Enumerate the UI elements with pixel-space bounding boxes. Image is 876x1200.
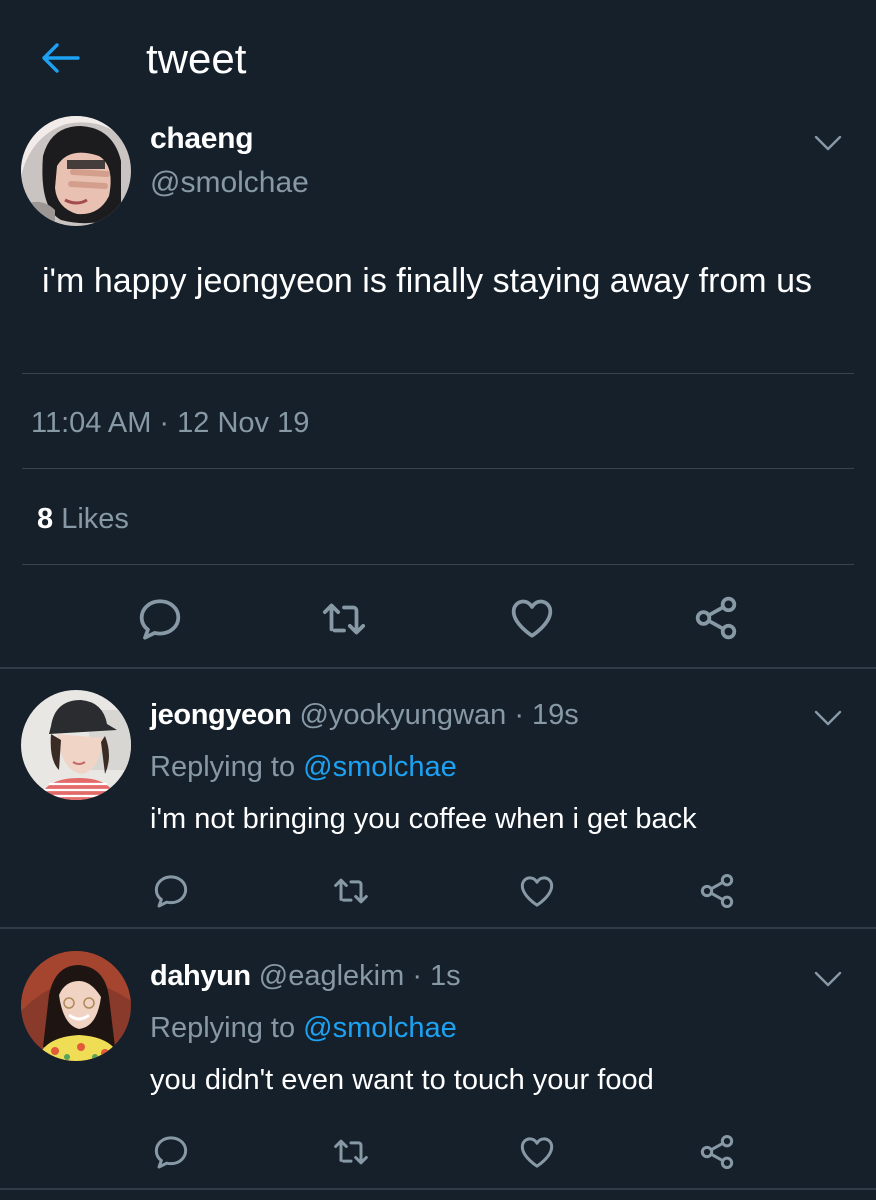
likes-count[interactable]: 8 Likes [37,501,129,537]
reply-button[interactable] [135,594,185,644]
replying-to-label: Replying to [150,751,296,783]
avatar-chaeng[interactable] [21,116,131,226]
reply-button[interactable] [151,871,191,911]
divider [22,564,854,565]
like-button[interactable] [517,1132,557,1172]
replying-to-mention[interactable]: @smolchae [303,1012,457,1044]
back-button[interactable] [38,38,82,78]
section-divider [0,667,876,669]
likes-number: 8 [37,503,54,535]
reply-text: you didn't even want to touch your food [150,1064,654,1096]
avatar-jeongyeon[interactable] [21,690,131,800]
avatar-dahyun[interactable] [21,951,131,1061]
share-button[interactable] [697,1132,737,1172]
chevron-down-icon [813,969,843,989]
share-icon [691,593,741,643]
reply-header: jeongyeon @yookyungwan · 19s [150,697,579,733]
reply-author-handle[interactable]: @yookyungwan [299,699,506,731]
likes-label: Likes [61,503,129,535]
divider [22,468,854,469]
retweet-icon [330,1132,372,1172]
retweet-button[interactable] [330,1132,372,1172]
tweet-author-name[interactable]: chaeng [150,121,254,157]
like-icon [517,1132,557,1172]
chevron-down-icon [813,133,843,153]
share-icon [697,871,737,911]
reply-icon [151,871,191,911]
reply-options-button[interactable] [813,969,843,989]
replying-to: Replying to @smolchae [150,749,457,785]
reply-icon [135,594,185,644]
replying-to-mention[interactable]: @smolchae [303,751,457,783]
reply-options-button[interactable] [813,708,843,728]
tweet-timestamp[interactable]: 11:04 AM · 12 Nov 19 [31,405,309,441]
page-title: tweet [146,35,247,82]
tweet-text: i'm happy jeongyeon is finally staying a… [42,262,812,300]
reply-icon [151,1132,191,1172]
tweet-author-handle[interactable]: @smolchae [150,165,309,201]
like-button[interactable] [517,871,557,911]
back-arrow-icon [42,43,80,73]
replying-to: Replying to @smolchae [150,1010,457,1046]
divider [22,373,854,374]
tweet-options-button[interactable] [813,133,843,153]
reply-text: i'm not bringing you coffee when i get b… [150,803,697,835]
reply-age[interactable]: · 1s [412,960,460,992]
share-button[interactable] [691,593,741,643]
like-button[interactable] [506,593,558,643]
reply-age[interactable]: · 19s [514,699,578,731]
section-divider [0,1188,876,1190]
like-icon [517,871,557,911]
share-button[interactable] [697,871,737,911]
retweet-icon [317,594,371,644]
share-icon [697,1132,737,1172]
reply-button[interactable] [151,1132,191,1172]
chevron-down-icon [813,708,843,728]
reply-author-name[interactable]: jeongyeon [150,699,292,731]
retweet-button[interactable] [330,871,372,911]
retweet-button[interactable] [317,594,371,644]
like-icon [506,593,558,643]
replying-to-label: Replying to [150,1012,296,1044]
reply-author-name[interactable]: dahyun [150,960,251,992]
section-divider [0,927,876,929]
reply-header: dahyun @eaglekim · 1s [150,958,461,994]
reply-author-handle[interactable]: @eaglekim [259,960,405,992]
retweet-icon [330,871,372,911]
